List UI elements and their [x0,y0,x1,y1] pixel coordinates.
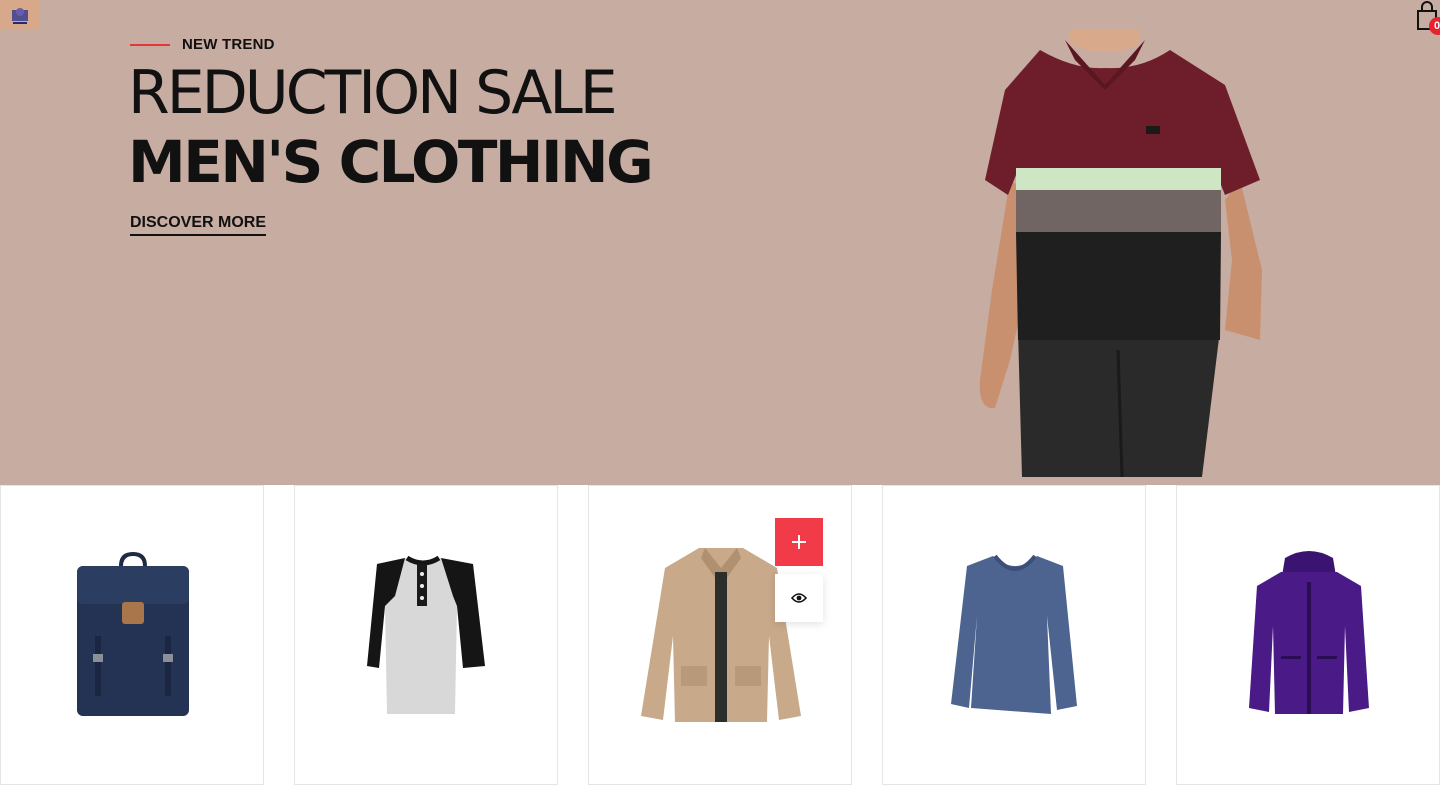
product-card[interactable] [882,485,1146,785]
discover-more-link[interactable]: DISCOVER MORE [130,214,267,236]
eye-icon [791,593,807,603]
product-hover-tools [775,518,823,622]
product-card[interactable] [1176,485,1440,785]
long-sleeve-shirt-icon [951,554,1077,714]
eyebrow-text: NEW TREND [182,36,275,53]
hooded-jacket-icon [1249,551,1369,714]
product-card[interactable] [588,485,852,785]
eyebrow-line [130,43,170,46]
product-card[interactable] [294,485,558,785]
hero-banner: 0 NEW TREND REDUCTION SALE MEN'S CLOTHIN… [0,0,1440,485]
hero-headline-bold: MEN'S CLOTHING [128,128,654,196]
product-card[interactable] [0,485,264,785]
product-strip [0,485,1440,787]
henley-shirt-icon [367,555,485,714]
add-to-cart-button[interactable] [775,518,823,566]
store-logo-icon [12,8,28,24]
cart-count-badge: 0 [1429,17,1440,35]
hero-eyebrow: NEW TREND [130,36,275,53]
quick-view-button[interactable] [775,574,823,622]
backpack-icon [77,551,189,716]
store-logo[interactable] [0,0,40,30]
plus-icon [792,535,806,549]
hero-headline-light: REDUCTION SALE [128,58,618,128]
hero-model-image [979,30,1262,477]
